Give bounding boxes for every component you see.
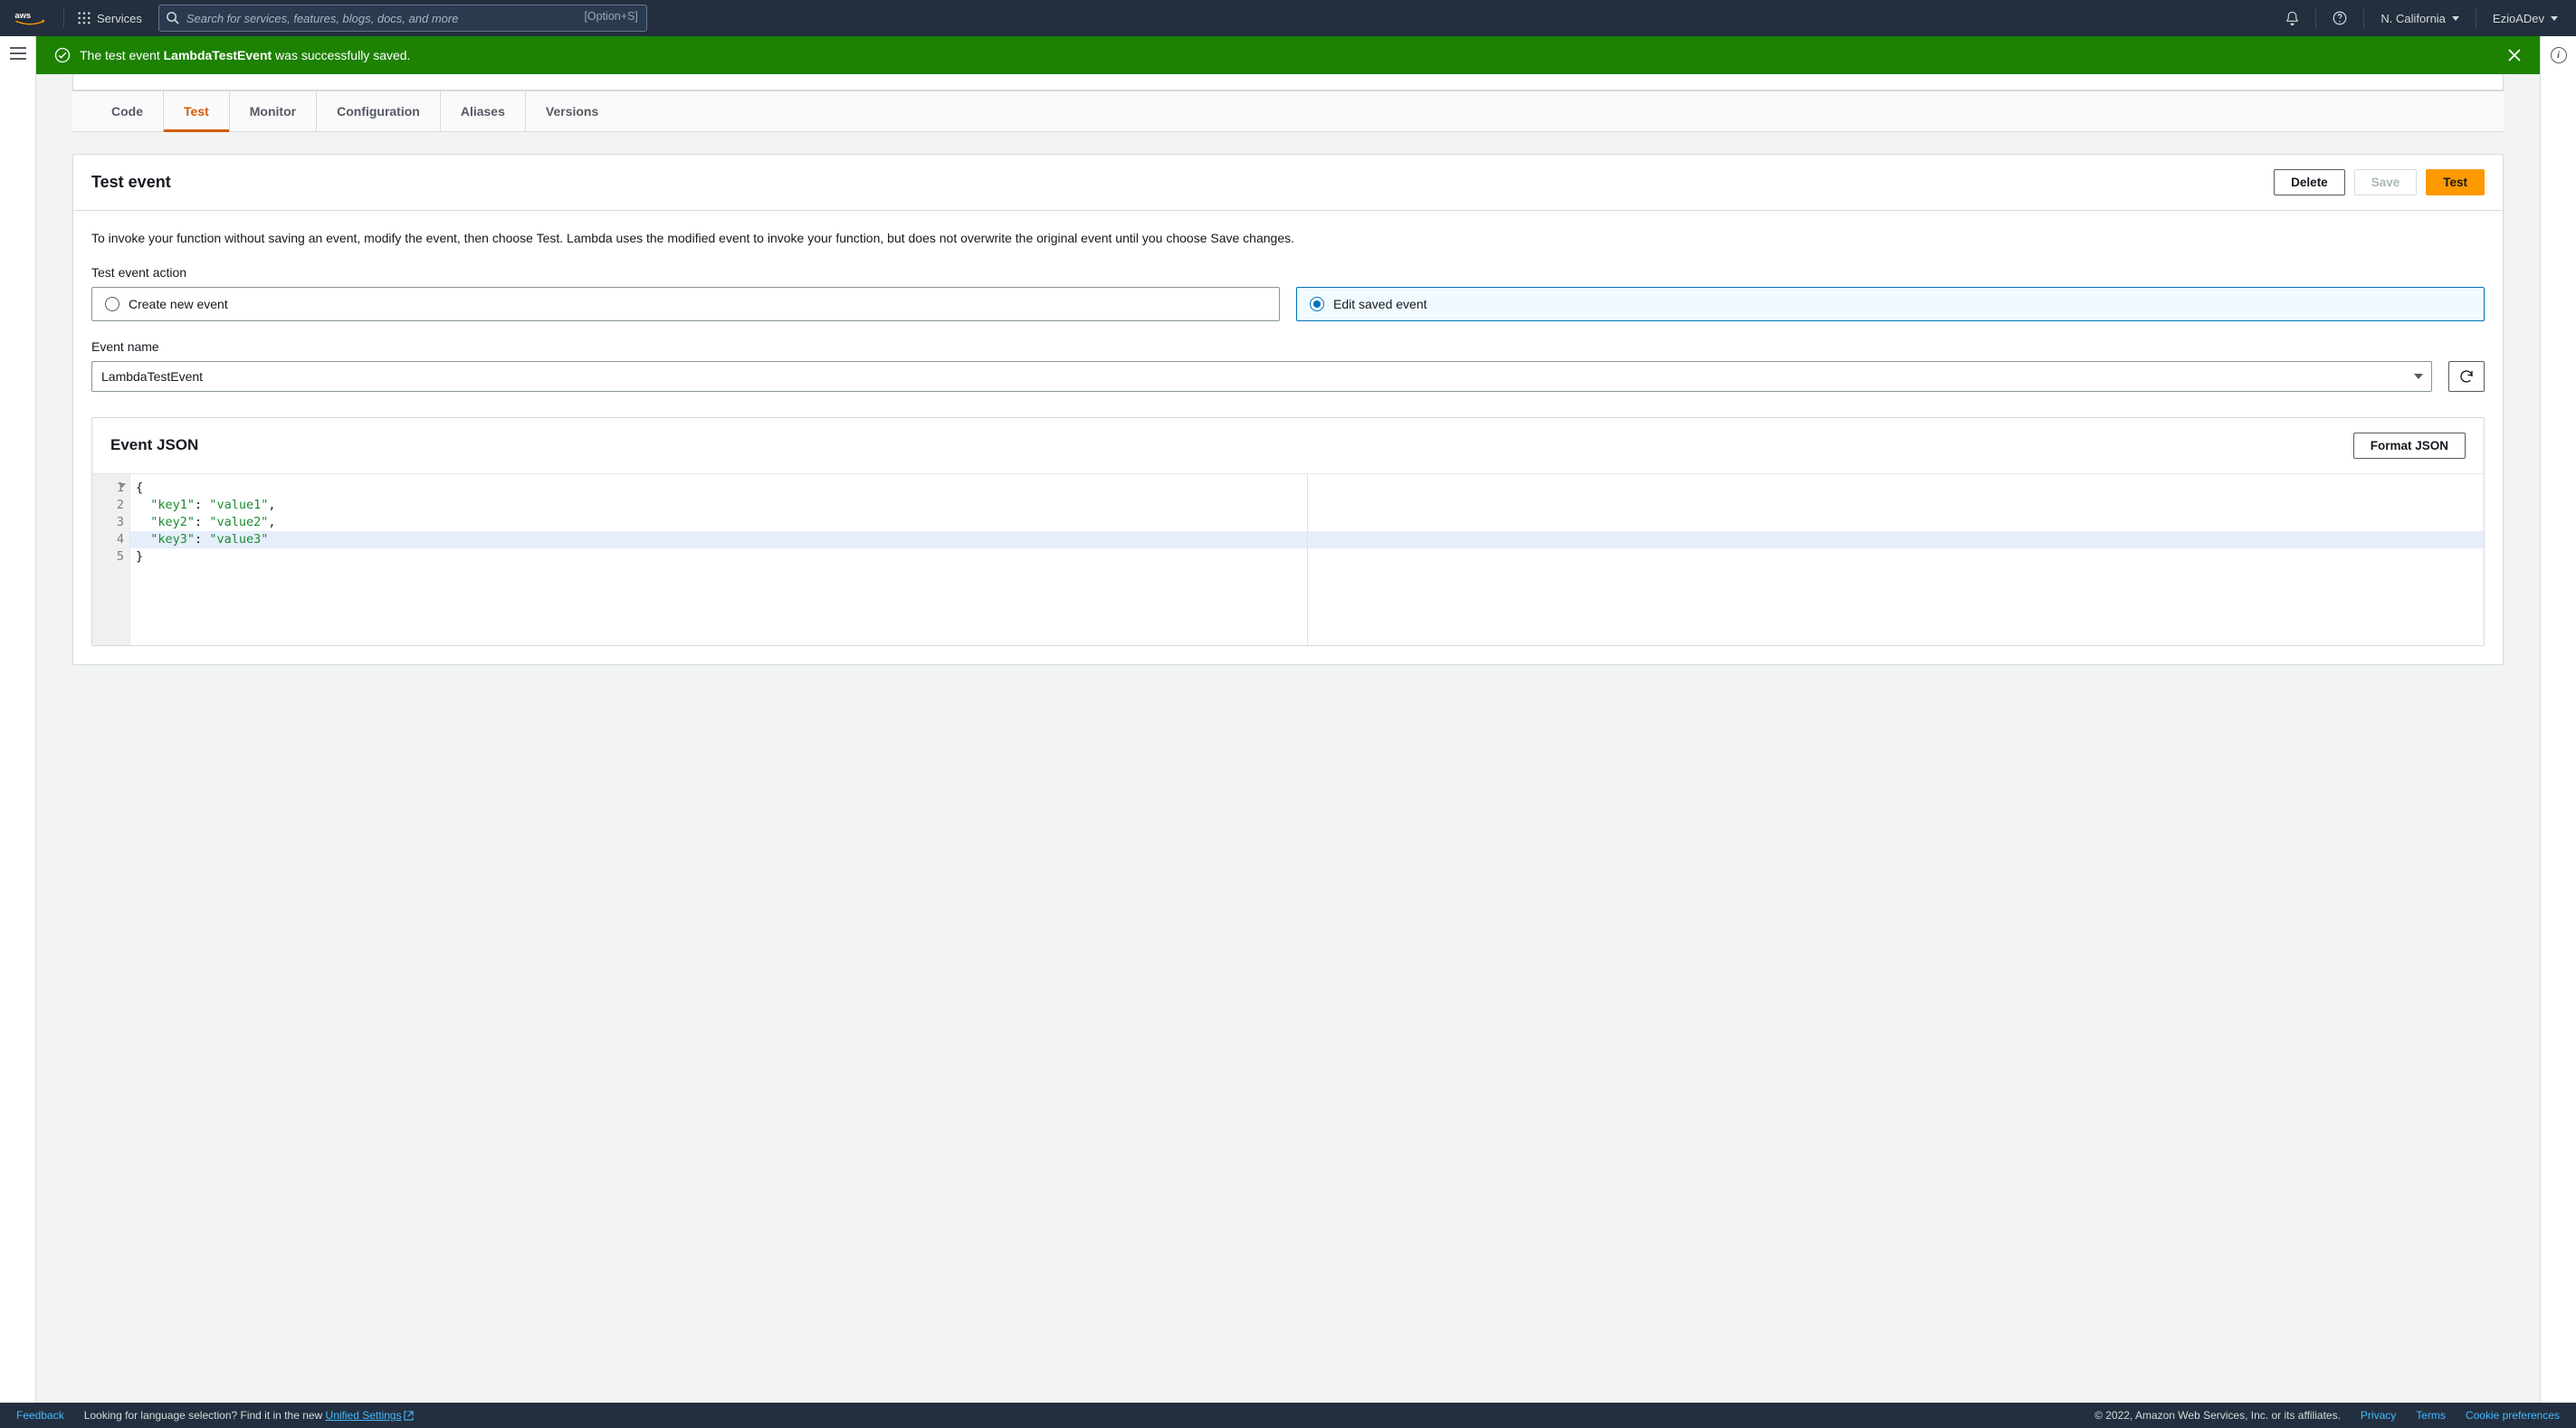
side-nav-toggle[interactable]	[10, 47, 26, 60]
flash-suffix: was successfully saved.	[272, 48, 410, 62]
external-link-icon	[404, 1411, 414, 1421]
flash-message: The test event LambdaTestEvent was succe…	[80, 48, 410, 62]
search-shortcut-hint: [Option+S]	[584, 10, 637, 23]
format-json-button[interactable]: Format JSON	[2353, 433, 2466, 459]
previous-card-bottom	[72, 74, 2504, 90]
tab-label: Configuration	[337, 104, 420, 119]
flash-prefix: The test event	[80, 48, 164, 62]
services-grid-icon	[77, 11, 91, 25]
help-panel-toggle[interactable]: i	[2551, 47, 2567, 63]
flash-event-name: LambdaTestEvent	[164, 48, 272, 62]
tab-configuration[interactable]: Configuration	[317, 91, 441, 131]
help-button[interactable]	[2329, 7, 2351, 29]
delete-button[interactable]: Delete	[2274, 169, 2345, 195]
event-json-title: Event JSON	[110, 436, 198, 454]
bell-icon	[2285, 11, 2300, 26]
region-label: N. California	[2380, 12, 2446, 25]
notifications-button[interactable]	[2281, 7, 2303, 29]
event-json-card: Event JSON Format JSON 12345 { "key1": "…	[91, 417, 2485, 646]
tab-aliases[interactable]: Aliases	[441, 91, 526, 131]
test-event-action-label: Test event action	[91, 265, 2485, 280]
save-button: Save	[2354, 169, 2418, 195]
privacy-link[interactable]: Privacy	[2361, 1409, 2396, 1422]
tab-code[interactable]: Code	[91, 91, 164, 131]
success-flash: The test event LambdaTestEvent was succe…	[36, 36, 2540, 74]
unified-settings-label: Unified Settings	[326, 1409, 402, 1422]
test-button[interactable]: Test	[2426, 169, 2485, 195]
test-event-panel: Test event Delete Save Test To invoke yo…	[72, 154, 2504, 665]
radio-edit-saved-event[interactable]: Edit saved event	[1296, 287, 2485, 321]
editor-gutter: 12345	[92, 474, 130, 645]
cookie-preferences-link[interactable]: Cookie preferences	[2466, 1409, 2560, 1422]
refresh-icon	[2458, 368, 2475, 385]
region-selector[interactable]: N. California	[2377, 12, 2463, 25]
caret-down-icon	[2414, 374, 2423, 379]
select-value: LambdaTestEvent	[101, 369, 203, 384]
account-label: EzioADev	[2493, 12, 2544, 25]
refresh-events-button[interactable]	[2448, 361, 2485, 392]
tab-monitor[interactable]: Monitor	[230, 91, 317, 131]
help-icon	[2332, 10, 2348, 26]
tab-label: Code	[111, 104, 143, 119]
caret-down-icon	[2452, 16, 2459, 21]
search-input[interactable]	[158, 5, 647, 32]
event-name-select[interactable]: LambdaTestEvent	[91, 361, 2432, 392]
panel-title: Test event	[91, 173, 171, 192]
services-menu-button[interactable]: Services	[77, 11, 142, 25]
tab-label: Test	[184, 104, 209, 119]
tab-label: Versions	[546, 104, 598, 119]
radio-create-new-event[interactable]: Create new event	[91, 287, 1280, 321]
terms-link[interactable]: Terms	[2416, 1409, 2446, 1422]
success-check-icon	[54, 47, 71, 63]
json-editor[interactable]: 12345 { "key1": "value1", "key2": "value…	[92, 473, 2484, 645]
feedback-link[interactable]: Feedback	[16, 1409, 64, 1422]
nav-divider	[2315, 8, 2316, 28]
language-hint: Looking for language selection? Find it …	[84, 1409, 414, 1422]
aws-logo[interactable]: aws	[14, 9, 45, 27]
global-search: [Option+S]	[158, 5, 647, 32]
radio-icon	[1310, 297, 1324, 311]
tab-test[interactable]: Test	[164, 91, 230, 131]
top-nav: aws Services [Option+S] N. California Ez…	[0, 0, 2576, 36]
flash-close-button[interactable]	[2507, 48, 2522, 62]
event-name-label: Event name	[91, 339, 2485, 354]
editor-center-rule	[1307, 474, 1308, 645]
right-rail: i	[2540, 36, 2576, 1403]
copyright-text: © 2022, Amazon Web Services, Inc. or its…	[2094, 1409, 2341, 1422]
radio-icon	[105, 297, 119, 311]
tab-label: Monitor	[250, 104, 296, 119]
caret-down-icon	[2551, 16, 2558, 21]
language-hint-text: Looking for language selection? Find it …	[84, 1409, 326, 1422]
tab-label: Aliases	[461, 104, 505, 119]
editor-code-area[interactable]: { "key1": "value1", "key2": "value2", "k…	[130, 474, 2484, 645]
nav-divider	[63, 8, 64, 28]
radio-label: Edit saved event	[1333, 297, 1427, 311]
main-column: The test event LambdaTestEvent was succe…	[36, 36, 2540, 1403]
search-icon	[166, 11, 179, 24]
radio-label: Create new event	[129, 297, 228, 311]
unified-settings-link[interactable]: Unified Settings	[326, 1409, 414, 1422]
panel-description: To invoke your function without saving a…	[91, 229, 2485, 249]
tab-versions[interactable]: Versions	[526, 91, 618, 131]
console-footer: Feedback Looking for language selection?…	[0, 1403, 2576, 1428]
function-tabs: Code Test Monitor Configuration Aliases …	[72, 91, 2504, 131]
services-label: Services	[97, 12, 142, 25]
account-menu[interactable]: EzioADev	[2489, 12, 2562, 25]
left-rail	[0, 36, 36, 1403]
nav-divider	[2363, 8, 2364, 28]
svg-text:aws: aws	[14, 11, 31, 21]
